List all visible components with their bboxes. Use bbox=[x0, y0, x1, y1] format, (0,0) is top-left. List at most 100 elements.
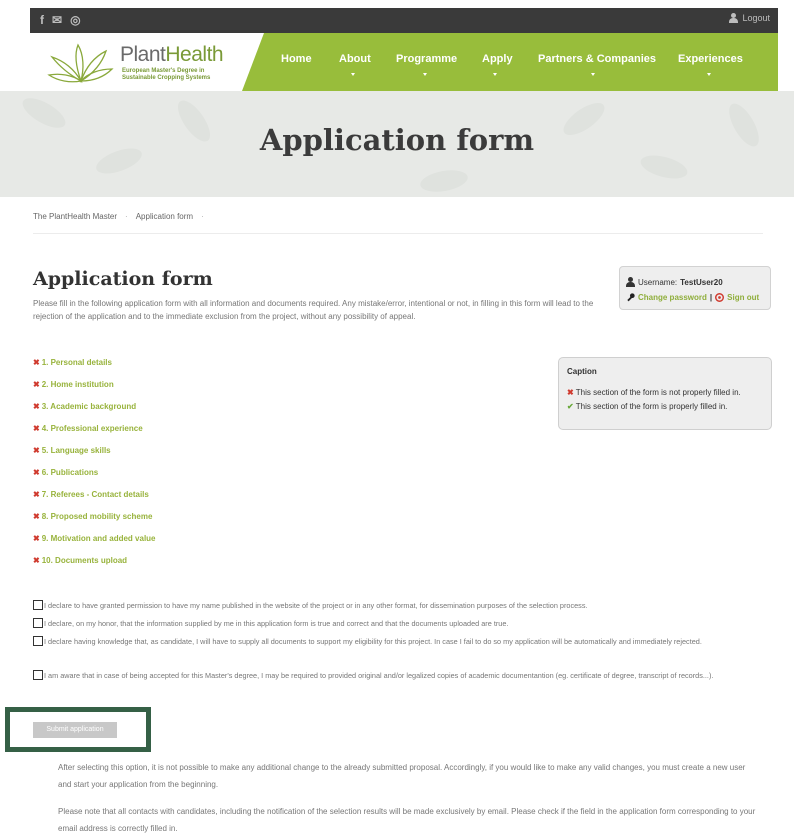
section-motivation[interactable]: ✖ 9. Motivation and added value bbox=[33, 534, 156, 543]
brand-tagline-line1: European Master's Degree in bbox=[122, 68, 205, 74]
hero-title: Application form bbox=[259, 123, 535, 157]
section-language-skills[interactable]: ✖ 5. Language skills bbox=[33, 446, 111, 455]
section-label: 6. Publications bbox=[41, 468, 99, 477]
nav-bar: Home About Programme Apply Partners & Co… bbox=[242, 33, 778, 91]
user-icon bbox=[729, 13, 739, 23]
nav-apply-caret-icon bbox=[493, 73, 497, 76]
divider bbox=[33, 233, 763, 234]
email-contact-note: Please note that all contacts with candi… bbox=[58, 807, 756, 833]
plant-logo-icon bbox=[47, 43, 114, 84]
not-filled-icon: ✖ bbox=[33, 446, 40, 455]
nav-partners-caret-icon bbox=[591, 73, 595, 76]
not-filled-icon: ✖ bbox=[33, 380, 40, 389]
nav-experiences-caret-icon bbox=[707, 73, 711, 76]
logout-link[interactable]: Logout bbox=[729, 13, 770, 23]
not-filled-icon: ✖ bbox=[33, 424, 40, 433]
brand-tagline: European Master's Degree in Sustainable … bbox=[122, 68, 210, 82]
username-label: Username: bbox=[638, 277, 678, 287]
declaration-honor: I declare, on my honor, that the informa… bbox=[33, 617, 771, 630]
declaration-checkbox[interactable] bbox=[33, 670, 43, 680]
site-logo[interactable]: PlantHealth European Master's Degree in … bbox=[46, 39, 256, 85]
section-academic-background[interactable]: ✖ 3. Academic background bbox=[33, 402, 136, 411]
section-personal-details[interactable]: ✖ 1. Personal details bbox=[33, 358, 112, 367]
account-links-row: Change password | Sign out bbox=[626, 293, 759, 302]
declaration-eligibility-documents: I declare having knowledge that, as cand… bbox=[33, 635, 771, 648]
intro-text: Please fill in the following application… bbox=[33, 299, 594, 321]
section-label: 10. Documents upload bbox=[41, 556, 128, 565]
declaration-text: I declare having knowledge that, as cand… bbox=[44, 637, 702, 646]
twitter-icon[interactable]: ✉ bbox=[52, 13, 62, 27]
hero-banner: Application form bbox=[0, 91, 794, 197]
brand-name-part2: Health bbox=[165, 43, 224, 66]
nav-programme-caret-icon bbox=[423, 73, 427, 76]
change-password-link[interactable]: Change password bbox=[638, 293, 707, 302]
user-icon bbox=[626, 277, 635, 287]
caption-not-filled: ✖ This section of the form is not proper… bbox=[567, 388, 741, 397]
nav-home[interactable]: Home bbox=[281, 53, 312, 65]
section-home-institution[interactable]: ✖ 2. Home institution bbox=[33, 380, 114, 389]
username-value: TestUser20 bbox=[680, 277, 723, 287]
declaration-publish-permission: I declare to have granted permission to … bbox=[33, 599, 771, 612]
section-proposed-mobility[interactable]: ✖ 8. Proposed mobility scheme bbox=[33, 512, 152, 521]
nav-apply[interactable]: Apply bbox=[482, 53, 513, 65]
declaration-checkbox[interactable] bbox=[33, 600, 43, 610]
facebook-icon[interactable]: f bbox=[40, 13, 44, 27]
breadcrumb-home[interactable]: The PlantHealth Master bbox=[33, 212, 117, 221]
key-icon bbox=[627, 293, 635, 302]
not-filled-icon: ✖ bbox=[33, 556, 40, 565]
caption-filled: ✔ This section of the form is properly f… bbox=[567, 402, 727, 411]
section-professional-experience[interactable]: ✖ 4. Professional experience bbox=[33, 424, 143, 433]
breadcrumb-separator: · bbox=[201, 212, 204, 221]
caption-legend: Caption ✖ This section of the form is no… bbox=[558, 357, 772, 430]
username-row: Username: TestUser20 bbox=[626, 277, 723, 287]
declaration-text: I am aware that in case of being accepte… bbox=[44, 671, 714, 680]
submit-application-button[interactable]: Submit application bbox=[33, 722, 117, 738]
instagram-icon[interactable]: ◎ bbox=[70, 13, 80, 27]
declaration-checkbox[interactable] bbox=[33, 618, 43, 628]
declaration-legalized-copies: I am aware that in case of being accepte… bbox=[33, 669, 771, 682]
page-title: Application form bbox=[33, 268, 213, 290]
section-label: 4. Professional experience bbox=[41, 424, 143, 433]
nav-experiences[interactable]: Experiences bbox=[678, 53, 743, 65]
section-label: 9. Motivation and added value bbox=[41, 534, 156, 543]
breadcrumb-separator: · bbox=[125, 212, 128, 221]
nav-programme[interactable]: Programme bbox=[396, 53, 457, 65]
not-filled-icon: ✖ bbox=[33, 534, 40, 543]
brand-tagline-line2: Sustainable Cropping Systems bbox=[122, 75, 211, 81]
nav-about-caret-icon bbox=[351, 73, 355, 76]
not-filled-icon: ✖ bbox=[33, 490, 40, 499]
link-divider: | bbox=[709, 293, 713, 302]
caption-not-filled-text: This section of the form is not properly… bbox=[575, 388, 741, 397]
submit-warning-note: After selecting this option, it is not p… bbox=[58, 763, 746, 789]
not-filled-icon: ✖ bbox=[33, 358, 40, 367]
not-filled-icon: ✖ bbox=[567, 388, 574, 397]
user-panel: Username: TestUser20 Change password | S… bbox=[619, 266, 771, 310]
nav-partners-companies[interactable]: Partners & Companies bbox=[538, 53, 656, 65]
not-filled-icon: ✖ bbox=[33, 512, 40, 521]
not-filled-icon: ✖ bbox=[33, 402, 40, 411]
section-label: 2. Home institution bbox=[41, 380, 114, 389]
brand-name-part1: Plant bbox=[120, 43, 166, 66]
background-leaf bbox=[418, 166, 470, 196]
declaration-text: I declare to have granted permission to … bbox=[44, 601, 588, 610]
caption-title: Caption bbox=[567, 367, 597, 376]
brand-name: PlantHealth bbox=[120, 43, 224, 67]
sign-out-link[interactable]: Sign out bbox=[727, 293, 759, 302]
section-publications[interactable]: ✖ 6. Publications bbox=[33, 468, 98, 477]
filled-check-icon: ✔ bbox=[567, 402, 574, 411]
section-documents-upload[interactable]: ✖ 10. Documents upload bbox=[33, 556, 127, 565]
section-label: 5. Language skills bbox=[41, 446, 111, 455]
declaration-text: I declare, on my honor, that the informa… bbox=[44, 619, 509, 628]
main-header: PlantHealth European Master's Degree in … bbox=[30, 33, 778, 91]
logout-label: Logout bbox=[742, 13, 770, 23]
section-label: 3. Academic background bbox=[41, 402, 137, 411]
section-label: 1. Personal details bbox=[41, 358, 112, 367]
breadcrumb-current[interactable]: Application form bbox=[136, 212, 193, 221]
sign-out-icon bbox=[715, 293, 725, 302]
section-referees-contact[interactable]: ✖ 7. Referees - Contact details bbox=[33, 490, 149, 499]
declaration-checkbox[interactable] bbox=[33, 636, 43, 646]
nav-about[interactable]: About bbox=[339, 53, 371, 65]
breadcrumb: The PlantHealth Master · Application for… bbox=[33, 212, 204, 221]
not-filled-icon: ✖ bbox=[33, 468, 40, 477]
section-label: 8. Proposed mobility scheme bbox=[41, 512, 153, 521]
